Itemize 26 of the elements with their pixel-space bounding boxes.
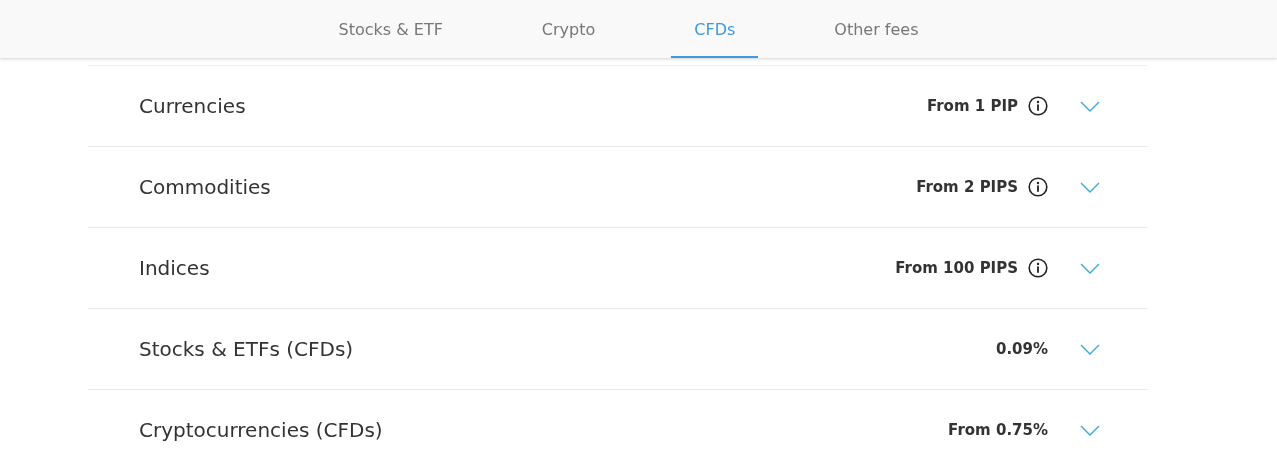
fee-value: From 1 PIP: [926, 97, 1018, 115]
info-icon[interactable]: [1028, 177, 1048, 197]
fee-category: Currencies: [139, 94, 247, 118]
fee-category: Commodities: [139, 175, 272, 199]
fee-value: From 2 PIPS: [916, 178, 1018, 196]
chevron-icon[interactable]: [1080, 100, 1100, 112]
info-icon[interactable]: [1028, 96, 1048, 116]
fee-row[interactable]: Commodities From 2 PIPS: [88, 147, 1148, 228]
chevron-icon[interactable]: [1080, 262, 1100, 274]
fee-row[interactable]: Stocks & ETFs (CFDs) 0.09%: [88, 309, 1148, 390]
tab[interactable]: Other fees: [811, 0, 942, 58]
fee-value: From 100 PIPS: [895, 259, 1018, 277]
fee-value: From 0.75%: [948, 421, 1048, 439]
chevron-icon[interactable]: [1080, 343, 1100, 355]
fee-value: 0.09%: [995, 340, 1048, 358]
fee-category: Indices: [139, 256, 211, 280]
fee-row[interactable]: Currencies From 1 PIP: [88, 66, 1148, 147]
fee-row[interactable]: Indices From 100 PIPS: [88, 228, 1148, 309]
fee-row[interactable]: Cryptocurrencies (CFDs) From 0.75%: [88, 390, 1148, 470]
fee-category: Stocks & ETFs (CFDs): [139, 337, 355, 361]
tab[interactable]: Crypto: [518, 0, 619, 58]
tab[interactable]: Stocks & ETF: [315, 0, 466, 58]
info-icon[interactable]: [1028, 258, 1048, 278]
chevron-icon[interactable]: [1080, 181, 1100, 193]
chevron-icon[interactable]: [1080, 424, 1100, 436]
fee-category: Cryptocurrencies (CFDs): [139, 418, 384, 442]
